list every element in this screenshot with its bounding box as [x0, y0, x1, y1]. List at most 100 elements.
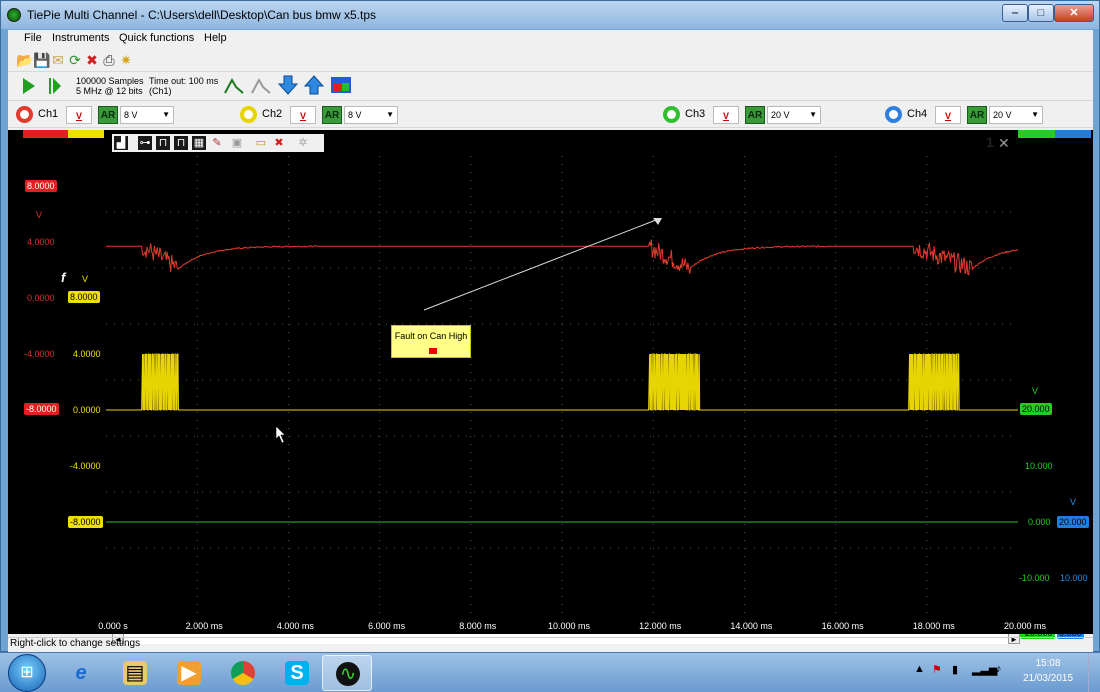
power-icon[interactable]: ▮	[952, 663, 958, 676]
taskbar-tiepie[interactable]: ∿	[322, 655, 372, 691]
clock-time: 15:08	[1035, 658, 1061, 669]
action-center-icon[interactable]: ⚑	[932, 663, 942, 676]
sample-count[interactable]: 100000 Samples	[76, 76, 144, 86]
graph-close-icon[interactable]: ✕	[998, 135, 1010, 152]
media-player-icon: ▶	[177, 661, 201, 685]
client-area: File Instruments Quick functions Help 📂 …	[8, 30, 1093, 653]
ch1-range-select[interactable]: 8 V ▼	[120, 106, 174, 124]
taskbar-skype[interactable]: S	[272, 655, 322, 691]
clock[interactable]: 15:08 21/03/2015	[1018, 656, 1078, 686]
ch2-range-select[interactable]: 8 V ▼	[344, 106, 398, 124]
taskbar-media[interactable]: ▶	[164, 655, 214, 691]
delete-icon[interactable]: ✖	[84, 52, 100, 68]
save-icon[interactable]: 💾	[33, 52, 50, 68]
taskbar-ie[interactable]: e	[56, 655, 106, 691]
ch3-range-select[interactable]: 20 V ▼	[767, 106, 821, 124]
chevron-down-icon: ▼	[1031, 110, 1039, 119]
menu-instruments[interactable]: Instruments	[52, 32, 109, 44]
volume-icon[interactable]: ♪	[996, 663, 1002, 675]
ch4-range-select[interactable]: 20 V ▼	[989, 106, 1043, 124]
minimize-button[interactable]: ‒	[1002, 4, 1028, 22]
ch3-tick-top[interactable]: 20.000	[1020, 403, 1052, 415]
waveform-canvas[interactable]	[8, 130, 1093, 620]
pen-icon[interactable]: ✎	[210, 136, 224, 150]
ch4-tick-top[interactable]: 20.000	[1057, 516, 1089, 528]
ch4-coupling-select[interactable]: V	[935, 106, 961, 124]
open-folder-icon[interactable]: 📂	[16, 52, 33, 68]
ch1-axis-color-bar	[23, 130, 68, 138]
tiepie-app-icon	[7, 8, 21, 22]
ch2-label: Ch2	[262, 108, 283, 120]
ch2-tick: 4.0000	[73, 349, 101, 359]
ch3-coupling-select[interactable]: V	[713, 106, 739, 124]
measure-icon[interactable]: ▦	[192, 136, 206, 150]
zoom-x-icon[interactable]: ⊓	[156, 136, 170, 150]
taskbar: ⊞ e ▤ ▶ S ∿ ▲ ⚑ ▮ ▂▃▅ ♪ 15:08 21/03/2015	[0, 652, 1100, 692]
arrow-up-icon[interactable]	[304, 75, 324, 95]
falling-slope-icon[interactable]	[251, 77, 271, 95]
settings-icon[interactable]: ✲	[296, 136, 310, 150]
ch1-coupling-select[interactable]: V	[66, 106, 92, 124]
status-text: Right-click to change settings	[10, 638, 141, 649]
ch2-tick-bottom[interactable]: -8.0000	[68, 516, 103, 528]
settings-gear-icon[interactable]: ✷	[118, 52, 134, 68]
color-display-icon[interactable]	[330, 76, 352, 94]
annotation-label[interactable]: Fault on Can High	[391, 325, 471, 358]
cursor-tool-icon[interactable]: ⊶	[138, 136, 152, 150]
start-button[interactable]: ⊞	[8, 654, 46, 692]
ch2-coupling-select[interactable]: V	[290, 106, 316, 124]
ch1-autorange-button[interactable]: AR	[98, 106, 118, 124]
show-hidden-icons-icon[interactable]: ▲	[914, 663, 925, 675]
ch3-range-value: 20 V	[771, 110, 790, 120]
ch3-enable-icon[interactable]	[663, 106, 680, 123]
scope-graph[interactable]: ▟ ⊶ ⊓ ⊓ ▦ ✎ ▣ ▭ ✖ ✲ 1 ✕ V 8.0000 4.0000 …	[8, 130, 1093, 644]
annotation-marker[interactable]	[429, 348, 437, 354]
ch1-enable-icon[interactable]	[16, 106, 33, 123]
start-icon[interactable]	[22, 77, 36, 95]
ch2-tick: -4.0000	[70, 461, 101, 471]
trigger-marker-icon[interactable]: f	[61, 270, 65, 285]
ch3-autorange-button[interactable]: AR	[745, 106, 765, 124]
time-tick-label: 16.000 ms	[821, 621, 864, 631]
ch2-axis-color-bar	[68, 130, 104, 138]
mail-icon[interactable]: ✉	[50, 52, 66, 68]
maximize-button[interactable]: □	[1028, 4, 1054, 22]
ch3-tick: 10.000	[1025, 461, 1053, 471]
taskbar-explorer[interactable]: ▤	[110, 655, 160, 691]
menu-help[interactable]: Help	[204, 32, 227, 44]
zoom-y-icon[interactable]: ⊓	[174, 136, 188, 150]
ch1-tick-bottom[interactable]: -8.0000	[24, 403, 59, 415]
trigger-channel[interactable]: (Ch1)	[149, 86, 172, 96]
taskbar-chrome[interactable]	[218, 655, 268, 691]
ch2-enable-icon[interactable]	[240, 106, 257, 123]
graph-tool-icon[interactable]: ▟	[114, 136, 128, 150]
refresh-icon[interactable]: ⟳	[67, 52, 83, 68]
network-icon[interactable]: ▂▃▅	[972, 663, 997, 676]
copy-icon[interactable]: ▣	[230, 136, 244, 150]
ch4-enable-icon[interactable]	[885, 106, 902, 123]
ch1-tick-top[interactable]: 8.0000	[25, 180, 57, 192]
show-desktop-button[interactable]	[1088, 653, 1100, 692]
window-title: TiePie Multi Channel - C:\Users\dell\Des…	[27, 8, 377, 22]
menu-quick-functions[interactable]: Quick functions	[119, 32, 194, 44]
clock-date: 21/03/2015	[1022, 673, 1074, 684]
timeout-setting[interactable]: Time out: 100 ms	[149, 76, 218, 86]
file-explorer-icon: ▤	[123, 661, 147, 685]
ch4-label: Ch4	[907, 108, 928, 120]
arrow-down-icon[interactable]	[278, 75, 298, 95]
ch1-tick: -4.0000	[24, 349, 55, 359]
close-button[interactable]: ✕	[1054, 4, 1094, 22]
add-label-icon[interactable]: ▭	[254, 136, 268, 150]
remove-label-icon[interactable]: ✖	[272, 136, 286, 150]
ch2-autorange-button[interactable]: AR	[322, 106, 342, 124]
ch4-autorange-button[interactable]: AR	[967, 106, 987, 124]
print-icon[interactable]: ⎙	[101, 52, 117, 68]
menu-file[interactable]: File	[24, 32, 42, 44]
ch1-unit: V	[36, 210, 43, 220]
single-shot-icon[interactable]	[48, 77, 62, 95]
sample-rate[interactable]: 5 MHz @ 12 bits	[76, 86, 143, 96]
ch2-tick-top[interactable]: 8.0000	[68, 291, 100, 303]
title-bar[interactable]: TiePie Multi Channel - C:\Users\dell\Des…	[1, 1, 1099, 29]
ch4-range-value: 20 V	[993, 110, 1012, 120]
rising-slope-icon[interactable]	[224, 77, 244, 95]
